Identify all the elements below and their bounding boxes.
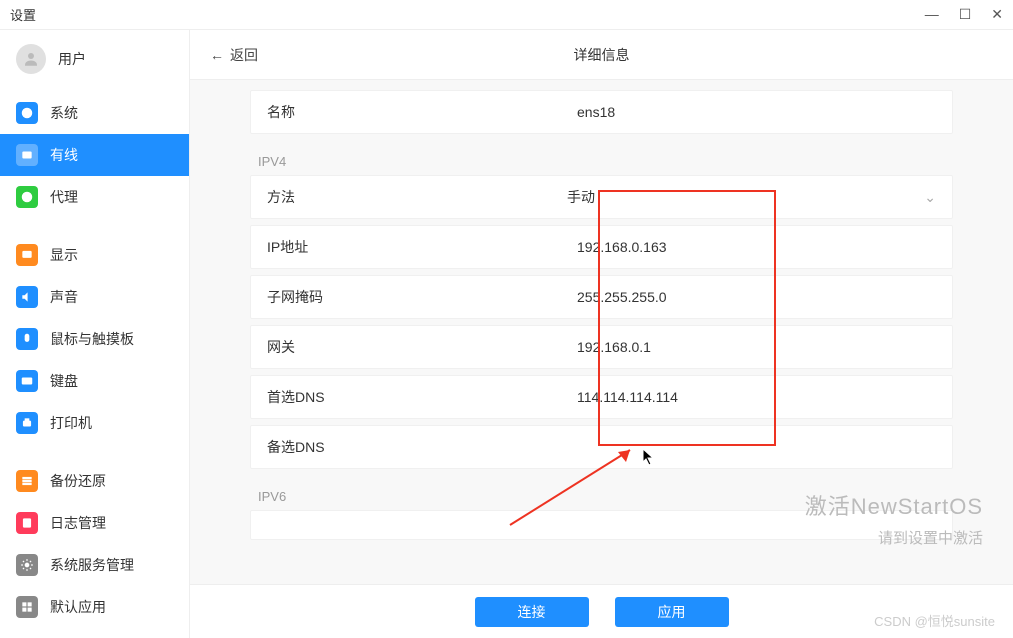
label-dns1: 首选DNS xyxy=(267,387,567,407)
sidebar-item-label: 鼠标与触摸板 xyxy=(50,329,134,349)
label-ip: IP地址 xyxy=(267,237,567,257)
connect-button[interactable]: 连接 xyxy=(475,597,589,627)
footer: 连接 应用 xyxy=(190,584,1013,638)
section-ipv4: IPV4 xyxy=(250,140,953,175)
sidebar-item-label: 系统服务管理 xyxy=(50,555,134,575)
row-ipv6-placeholder xyxy=(250,510,953,540)
sidebar-item-1[interactable]: 有线 xyxy=(0,134,189,176)
sidebar-item-label: 代理 xyxy=(50,187,78,207)
sidebar-item-label: 显示 xyxy=(50,245,78,265)
sidebar-item-label: 日志管理 xyxy=(50,513,106,533)
sidebar-item-4[interactable]: 声音 xyxy=(0,276,189,318)
user-label: 用户 xyxy=(58,49,86,69)
apply-button[interactable]: 应用 xyxy=(615,597,729,627)
sidebar-user[interactable]: 用户 xyxy=(0,30,189,88)
row-method[interactable]: 方法 手动 ⌄ xyxy=(250,175,953,219)
row-mask: 子网掩码 255.255.255.0 xyxy=(250,275,953,319)
label-method: 方法 xyxy=(267,187,567,207)
sidebar-item-label: 声音 xyxy=(50,287,78,307)
row-gateway: 网关 192.168.0.1 xyxy=(250,325,953,369)
sidebar-item-5[interactable]: 鼠标与触摸板 xyxy=(0,318,189,360)
label-mask: 子网掩码 xyxy=(267,287,567,307)
sidebar-icon xyxy=(16,554,38,576)
window-controls: — ☐ ✕ xyxy=(925,6,1003,23)
sidebar-item-2[interactable]: 代理 xyxy=(0,176,189,218)
arrow-left-icon: ← xyxy=(210,47,224,63)
sidebar-icon: i xyxy=(16,102,38,124)
value-method: 手动 xyxy=(567,187,595,207)
label-name: 名称 xyxy=(267,102,567,122)
sidebar-icon xyxy=(16,412,38,434)
maximize-button[interactable]: ☐ xyxy=(959,6,972,23)
row-ip: IP地址 192.168.0.163 xyxy=(250,225,953,269)
sidebar-item-10[interactable]: 系统服务管理 xyxy=(0,544,189,586)
sidebar-item-label: 打印机 xyxy=(50,413,92,433)
section-ipv6: IPV6 xyxy=(250,475,953,510)
input-mask[interactable]: 255.255.255.0 xyxy=(567,289,936,305)
sidebar-icon xyxy=(16,144,38,166)
sidebar-item-0[interactable]: i 系统 xyxy=(0,92,189,134)
sidebar-item-6[interactable]: 键盘 xyxy=(0,360,189,402)
avatar xyxy=(16,44,46,74)
sidebar-icon xyxy=(16,370,38,392)
input-ip[interactable]: 192.168.0.163 xyxy=(567,239,936,255)
close-button[interactable]: ✕ xyxy=(991,6,1003,23)
sidebar-item-label: 备份还原 xyxy=(50,471,106,491)
sidebar-icon xyxy=(16,596,38,618)
sidebar-item-11[interactable]: 默认应用 xyxy=(0,586,189,628)
sidebar-item-label: 系统 xyxy=(50,103,78,123)
sidebar-item-9[interactable]: 日志管理 xyxy=(0,502,189,544)
window-title: 设置 xyxy=(10,5,36,24)
label-gateway: 网关 xyxy=(267,337,567,357)
input-gateway[interactable]: 192.168.0.1 xyxy=(567,339,936,355)
sidebar-item-7[interactable]: 打印机 xyxy=(0,402,189,444)
sidebar-item-8[interactable]: 备份还原 xyxy=(0,460,189,502)
sidebar: 用户 i 系统有线代理显示声音鼠标与触摸板键盘打印机备份还原日志管理系统服务管理默… xyxy=(0,30,190,638)
row-dns1: 首选DNS 114.114.114.114 xyxy=(250,375,953,419)
back-label: 返回 xyxy=(230,45,258,65)
sidebar-icon xyxy=(16,244,38,266)
value-name[interactable]: ens18 xyxy=(567,104,936,120)
titlebar: 设置 — ☐ ✕ xyxy=(0,0,1013,30)
page-title: 详细信息 xyxy=(574,45,630,65)
form-scroll[interactable]: 名称 ens18 IPV4 方法 手动 ⌄ IP地址 192.168.0.163… xyxy=(190,80,1013,584)
sidebar-icon xyxy=(16,470,38,492)
content-pane: ← 返回 详细信息 名称 ens18 IPV4 方法 手动 ⌄ IP地址 192… xyxy=(190,30,1013,638)
sidebar-item-label: 有线 xyxy=(50,145,78,165)
sidebar-item-label: 默认应用 xyxy=(50,597,106,617)
sidebar-icon xyxy=(16,328,38,350)
label-dns2: 备选DNS xyxy=(267,437,567,457)
sidebar-icon xyxy=(16,186,38,208)
back-button[interactable]: ← 返回 xyxy=(190,45,278,65)
content-header: ← 返回 详细信息 xyxy=(190,30,1013,80)
row-dns2: 备选DNS xyxy=(250,425,953,469)
sidebar-icon xyxy=(16,512,38,534)
sidebar-icon xyxy=(16,286,38,308)
chevron-down-icon: ⌄ xyxy=(924,189,936,206)
row-name: 名称 ens18 xyxy=(250,90,953,134)
sidebar-item-label: 键盘 xyxy=(50,371,78,391)
minimize-button[interactable]: — xyxy=(925,6,939,23)
sidebar-item-3[interactable]: 显示 xyxy=(0,234,189,276)
input-dns1[interactable]: 114.114.114.114 xyxy=(567,389,936,405)
